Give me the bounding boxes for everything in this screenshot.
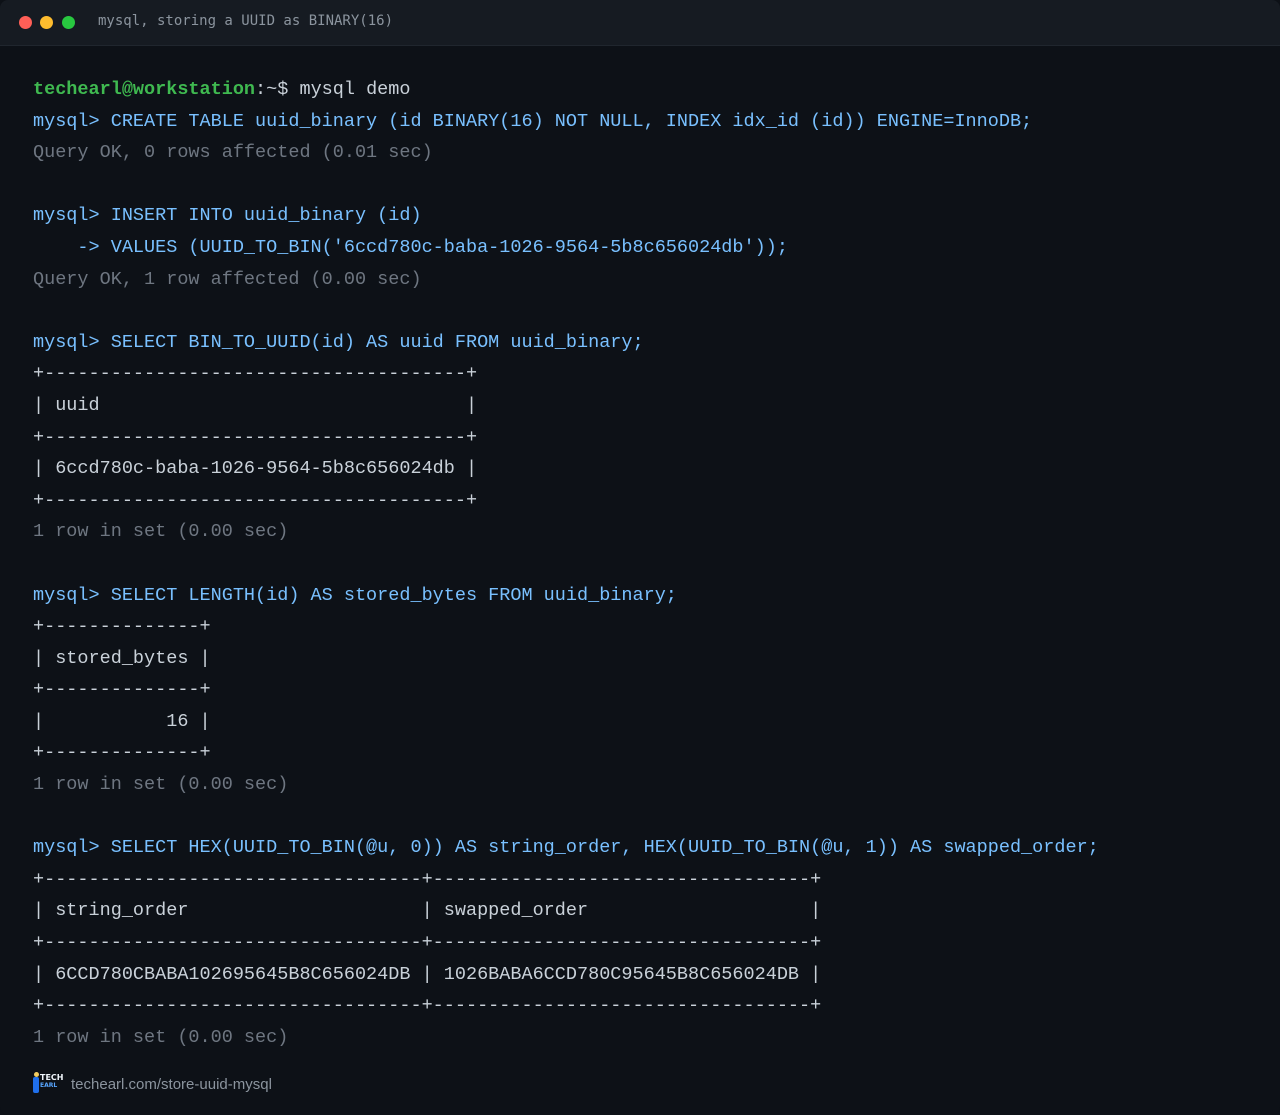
result-table-row: | 6ccd780c-baba-1026-9564-5b8c656024db | (33, 458, 478, 480)
maximize-window-button[interactable] (62, 16, 75, 29)
terminal-line: +----------------------------------+----… (33, 990, 1263, 1022)
logo-mark-icon (33, 1077, 39, 1093)
sql-statement: mysql> INSERT INTO uuid_binary (id) (33, 205, 422, 227)
result-table-row: +--------------------------------------+ (33, 363, 478, 385)
terminal-window: mysql, storing a UUID as BINARY(16) tech… (0, 0, 1280, 1115)
terminal-line: | stored_bytes | (33, 643, 1263, 675)
result-table-row: | stored_bytes | (33, 647, 211, 669)
minimize-window-button[interactable] (40, 16, 53, 29)
techearl-logo: TECH EARL (33, 1072, 64, 1096)
result-table-row: +--------------------------------------+ (33, 489, 478, 511)
result-table-row: | string_order | swapped_order | (33, 900, 822, 922)
terminal-line: +--------------+ (33, 611, 1263, 643)
terminal-line: | 6ccd780c-baba-1026-9564-5b8c656024db | (33, 453, 1263, 485)
result-table-row: | 16 | (33, 710, 211, 732)
result-table-row: +--------------+ (33, 616, 211, 638)
sql-statement: mysql> SELECT LENGTH(id) AS stored_bytes… (33, 584, 677, 606)
query-status: Query OK, 0 rows affected (0.01 sec) (33, 142, 433, 164)
terminal-line: mysql> SELECT BIN_TO_UUID(id) AS uuid FR… (33, 327, 1263, 359)
terminal-line: | 16 | (33, 706, 1263, 738)
terminal-line: Query OK, 1 row affected (0.00 sec) (33, 264, 1263, 296)
terminal-line: -> VALUES (UUID_TO_BIN('6ccd780c-baba-10… (33, 232, 1263, 264)
result-table-row: | uuid | (33, 394, 478, 416)
terminal-line: | uuid | (33, 390, 1263, 422)
result-table-row: +--------------------------------------+ (33, 426, 478, 448)
terminal-line: mysql> INSERT INTO uuid_binary (id) (33, 200, 1263, 232)
result-table-row: +----------------------------------+----… (33, 932, 822, 954)
result-table-row: | 6CCD780CBABA102695645B8C656024DB | 102… (33, 963, 822, 985)
sql-statement: mysql> SELECT HEX(UUID_TO_BIN(@u, 0)) AS… (33, 837, 1099, 859)
terminal-line: +--------------------------------------+ (33, 422, 1263, 454)
terminal-line: 1 row in set (0.00 sec) (33, 769, 1263, 801)
query-status: 1 row in set (0.00 sec) (33, 774, 289, 796)
footer: TECH EARL techearl.com/store-uuid-mysql (33, 1072, 272, 1096)
sql-statement: mysql> CREATE TABLE uuid_binary (id BINA… (33, 110, 1033, 132)
terminal-line: +--------------------------------------+ (33, 358, 1263, 390)
logo-text-top: TECH (40, 1073, 64, 1082)
terminal-line: mysql> SELECT HEX(UUID_TO_BIN(@u, 0)) AS… (33, 832, 1263, 864)
terminal-line: | string_order | swapped_order | (33, 895, 1263, 927)
query-status: 1 row in set (0.00 sec) (33, 1026, 289, 1048)
terminal-line: 1 row in set (0.00 sec) (33, 1022, 1263, 1054)
query-status: Query OK, 1 row affected (0.00 sec) (33, 268, 422, 290)
title-bar: mysql, storing a UUID as BINARY(16) (0, 0, 1280, 46)
terminal-line: +--------------------------------------+ (33, 485, 1263, 517)
terminal-line: | 6CCD780CBABA102695645B8C656024DB | 102… (33, 959, 1263, 991)
shell-command: mysql demo (299, 79, 411, 100)
terminal-line: +----------------------------------+----… (33, 864, 1263, 896)
result-table-row: +----------------------------------+----… (33, 995, 822, 1017)
window-title: mysql, storing a UUID as BINARY(16) (98, 13, 394, 29)
sql-statement: -> VALUES (UUID_TO_BIN('6ccd780c-baba-10… (33, 236, 788, 258)
terminal-line: +--------------+ (33, 737, 1263, 769)
terminal-line: Query OK, 0 rows affected (0.01 sec) (33, 137, 1263, 169)
sql-statement: mysql> SELECT BIN_TO_UUID(id) AS uuid FR… (33, 331, 644, 353)
result-table-row: +--------------+ (33, 679, 211, 701)
prompt-path: :~$ (255, 79, 300, 100)
close-window-button[interactable] (19, 16, 32, 29)
terminal-line: 1 row in set (0.00 sec) (33, 516, 1263, 548)
result-table-row: +----------------------------------+----… (33, 868, 822, 890)
logo-text-bottom: EARL (40, 1082, 58, 1089)
terminal-line: +--------------+ (33, 674, 1263, 706)
terminal-output[interactable]: techearl@workstation:~$ mysql demo mysql>… (33, 74, 1263, 1053)
result-table-row: +--------------+ (33, 742, 211, 764)
terminal-line: mysql> SELECT LENGTH(id) AS stored_bytes… (33, 580, 1263, 612)
terminal-line: +----------------------------------+----… (33, 927, 1263, 959)
footer-url[interactable]: techearl.com/store-uuid-mysql (71, 1076, 272, 1093)
prompt-user: techearl@workstation (33, 79, 256, 100)
terminal-line: techearl@workstation:~$ mysql demo (33, 74, 1263, 106)
query-status: 1 row in set (0.00 sec) (33, 521, 289, 543)
terminal-line: mysql> CREATE TABLE uuid_binary (id BINA… (33, 106, 1263, 138)
